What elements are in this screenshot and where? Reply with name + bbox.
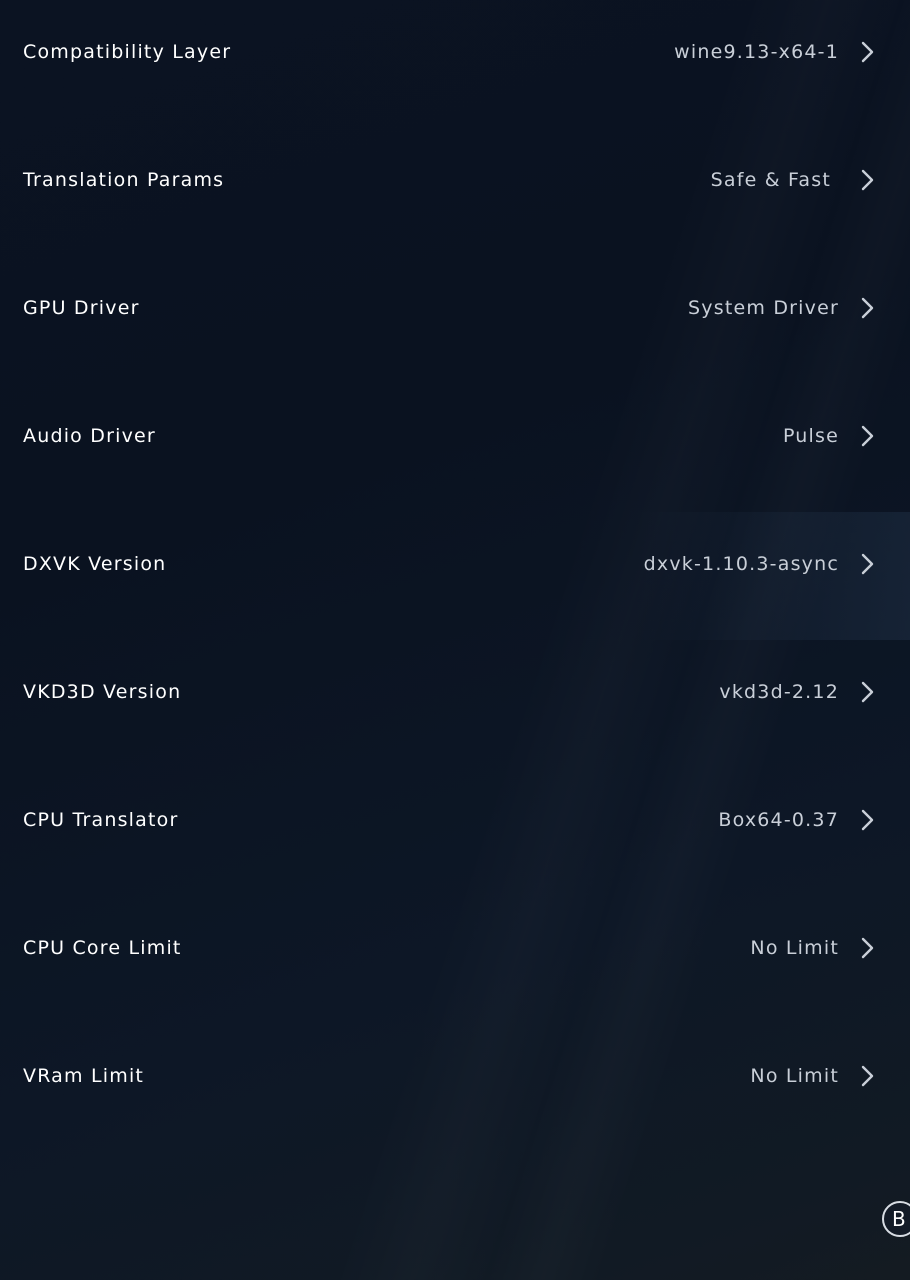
chevron-right-icon [861, 169, 874, 191]
chevron-right-icon [861, 297, 874, 319]
setting-label: VKD3D Version [23, 681, 182, 703]
setting-label: Compatibility Layer [23, 41, 232, 63]
chevron-right-icon [861, 553, 874, 575]
setting-value: Pulse [782, 425, 839, 447]
chevron-right-icon [861, 41, 874, 63]
chevron-right-icon [861, 681, 874, 703]
setting-row-gpu-driver[interactable]: GPU Driver System Driver [0, 256, 910, 384]
setting-row-cpu-core-limit[interactable]: CPU Core Limit No Limit [0, 896, 910, 1024]
setting-label: Audio Driver [23, 425, 156, 447]
setting-value: Safe & Fast [710, 169, 831, 191]
setting-value: No Limit [750, 937, 839, 959]
setting-value: System Driver [688, 297, 839, 319]
setting-row-compatibility-layer[interactable]: Compatibility Layer wine9.13-x64-1 [0, 0, 910, 128]
setting-row-vkd3d-version[interactable]: VKD3D Version vkd3d-2.12 [0, 640, 910, 768]
chevron-right-icon [861, 809, 874, 831]
setting-value: dxvk-1.10.3-async [643, 553, 839, 575]
setting-row-cpu-translator[interactable]: CPU Translator Box64-0.37 [0, 768, 910, 896]
setting-label: Translation Params [23, 169, 225, 191]
setting-value: No Limit [750, 1065, 839, 1087]
setting-row-translation-params[interactable]: Translation Params Safe & Fast [0, 128, 910, 256]
chevron-right-icon [861, 425, 874, 447]
setting-value: Box64-0.37 [718, 809, 839, 831]
setting-label: CPU Core Limit [23, 937, 182, 959]
chevron-right-icon [861, 937, 874, 959]
controller-b-button[interactable]: B [882, 1201, 910, 1237]
setting-label: GPU Driver [23, 297, 140, 319]
setting-row-vram-limit[interactable]: VRam Limit No Limit [0, 1024, 910, 1152]
setting-label: DXVK Version [23, 553, 167, 575]
setting-label: CPU Translator [23, 809, 179, 831]
setting-value: vkd3d-2.12 [719, 681, 839, 703]
setting-label: VRam Limit [23, 1065, 145, 1087]
settings-list: Compatibility Layer wine9.13-x64-1 Trans… [0, 0, 910, 1152]
setting-value: wine9.13-x64-1 [674, 41, 839, 63]
setting-row-audio-driver[interactable]: Audio Driver Pulse [0, 384, 910, 512]
setting-row-dxvk-version[interactable]: DXVK Version dxvk-1.10.3-async [0, 512, 910, 640]
chevron-right-icon [861, 1065, 874, 1087]
